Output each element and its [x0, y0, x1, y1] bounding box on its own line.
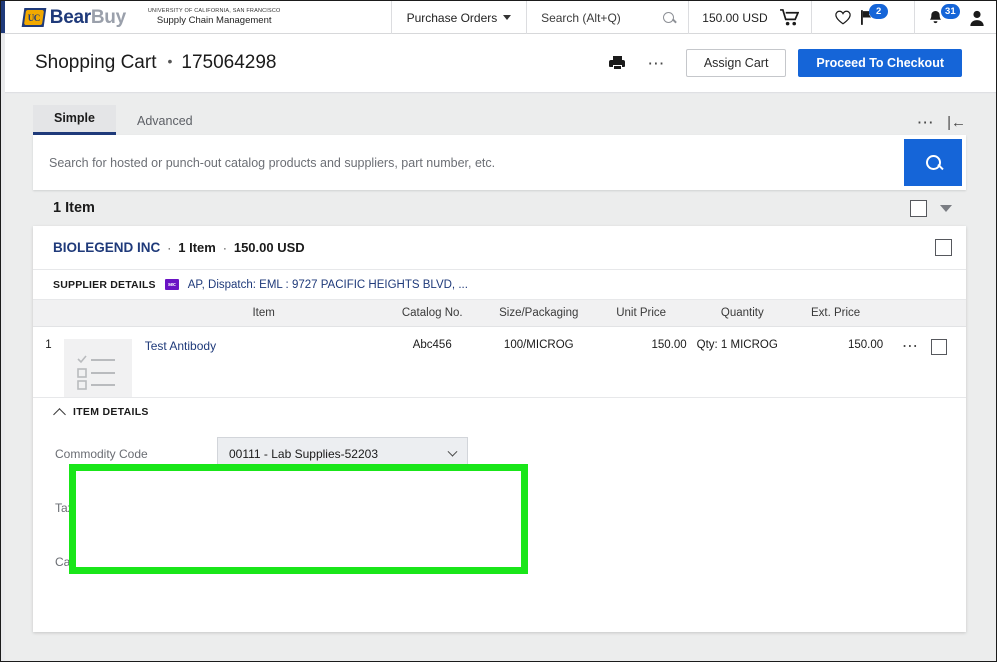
bell-badge: 31	[941, 4, 960, 19]
row-item-link[interactable]: Test Antibody	[145, 339, 216, 353]
page-header: Shopping Cart • 175064298 ⋯ Assign Cart …	[5, 34, 997, 93]
nav-bell-group[interactable]: 31	[927, 10, 963, 26]
cart-items-table: Item Catalog No. Size/Packaging Unit Pri…	[33, 300, 966, 397]
cart-number: 175064298	[181, 52, 276, 74]
supplier-name[interactable]: BIOLEGEND INC	[53, 240, 160, 255]
top-navigation-bar: UC BearBuy UNIVERSITY OF CALIFORNIA, SAN…	[1, 1, 997, 34]
cart-summary-actions	[910, 200, 952, 217]
nav-favorites-and-flags[interactable]: 2	[812, 1, 914, 34]
brand-wordmark-second: Buy	[91, 7, 126, 28]
tab-simple[interactable]: Simple	[33, 105, 116, 135]
row-ext-price: 150.00	[788, 326, 883, 397]
tabs-more-button[interactable]: ⋯	[917, 114, 936, 131]
nav-flag-group[interactable]: 2	[861, 10, 891, 25]
supplier-details-row: SUPPLIER DETAILS sec AP, Dispatch: EML :…	[33, 270, 966, 300]
proceed-to-checkout-button[interactable]: Proceed To Checkout	[798, 49, 962, 77]
cart-item-count: 1 Item	[53, 200, 95, 216]
commodity-code-value: 00111 - Lab Supplies-52203	[229, 447, 378, 461]
commodity-code-label: Commodity Code	[55, 447, 217, 461]
row-item-cell: Test Antibody	[145, 326, 383, 397]
supplier-amount: 150.00 USD	[234, 240, 305, 255]
cart-icon	[780, 9, 799, 26]
flag-badge: 2	[869, 4, 888, 19]
row-size-packaging: 100/MICROG	[482, 326, 596, 397]
heart-icon[interactable]	[835, 10, 851, 25]
supplier-sep-1: ·	[167, 241, 171, 255]
avatar[interactable]	[969, 10, 985, 26]
university-name: UNIVERSITY OF CALIFORNIA, SAN FRANCISCO	[148, 8, 281, 15]
chevron-down-icon	[503, 15, 511, 20]
title-separator: •	[167, 53, 172, 69]
bulk-actions-dropdown-icon[interactable]	[940, 205, 952, 212]
item-details-header[interactable]: ITEM DETAILS	[33, 397, 966, 427]
row-unit-price: 150.00	[596, 326, 687, 397]
search-icon	[926, 155, 941, 170]
supplier-header: BIOLEGEND INC · 1 Item · 150.00 USD	[33, 226, 966, 270]
th-unit-price: Unit Price	[596, 300, 687, 326]
nav-notifications-and-profile[interactable]: 31	[915, 1, 997, 34]
uc-seal-label: UC	[23, 8, 45, 27]
header-actions: ⋯ Assign Cart Proceed To Checkout	[609, 49, 962, 77]
nav-cart[interactable]: 150.00 USD	[689, 1, 812, 34]
global-search-label: Search (Alt+Q)	[541, 11, 621, 25]
nav-purchase-orders-label: Purchase Orders	[407, 11, 498, 25]
th-image	[64, 300, 145, 326]
brand-logo-zone[interactable]: UC BearBuy UNIVERSITY OF CALIFORNIA, SAN…	[5, 1, 392, 34]
tabs-right-actions: ⋯ |←	[917, 114, 966, 135]
th-number	[33, 300, 64, 326]
chevron-up-icon[interactable]	[53, 408, 66, 421]
catalog-search-button[interactable]	[904, 139, 962, 186]
row-catalog-no: Abc456	[383, 326, 482, 397]
cart-summary-bar: 1 Item	[33, 190, 966, 226]
page-content: Simple Advanced ⋯ |← 1 Item BIOL	[5, 94, 997, 662]
catalog-search-input[interactable]	[43, 156, 904, 170]
cart-items-table-body: 1	[33, 326, 966, 397]
brand-wordmark: BearBuy	[50, 7, 126, 29]
assign-cart-button[interactable]: Assign Cart	[686, 49, 787, 77]
app-window: UC BearBuy UNIVERSITY OF CALIFORNIA, SAN…	[0, 0, 997, 662]
product-placeholder-icon	[64, 339, 132, 397]
cart-items-table-head: Item Catalog No. Size/Packaging Unit Pri…	[33, 300, 966, 326]
row-quantity: Qty: 1 MICROG	[687, 326, 788, 397]
row-line-number: 1	[33, 326, 64, 397]
global-search-trigger[interactable]: Search (Alt+Q)	[527, 1, 689, 34]
row-more-button[interactable]: ⋯	[902, 339, 920, 355]
catalog-search-panel	[33, 135, 966, 190]
brand-wordmark-first: Bear	[50, 7, 91, 28]
supplier-select-checkbox[interactable]	[935, 239, 952, 256]
search-tabs: Simple Advanced ⋯ |←	[33, 106, 966, 135]
tab-advanced[interactable]: Advanced	[116, 108, 214, 135]
supplier-sep-2: ·	[223, 241, 227, 255]
row-select-checkbox[interactable]	[931, 339, 947, 355]
supplier-address[interactable]: AP, Dispatch: EML : 9727 PACIFIC HEIGHTS…	[188, 279, 468, 291]
select-all-checkbox[interactable]	[910, 200, 927, 217]
th-size-packaging: Size/Packaging	[482, 300, 596, 326]
search-icon	[663, 12, 674, 23]
cart-total-label: 150.00 USD	[702, 11, 767, 25]
table-header-row: Item Catalog No. Size/Packaging Unit Pri…	[33, 300, 966, 326]
row-actions-cell: ⋯	[883, 326, 966, 397]
th-item: Item	[145, 300, 383, 326]
supplier-item-count: 1 Item	[178, 240, 216, 255]
row-thumbnail-cell	[64, 326, 145, 397]
page-title: Shopping Cart	[35, 52, 156, 74]
supplier-details-label: SUPPLIER DETAILS	[53, 279, 156, 291]
th-ext-price: Ext. Price	[788, 300, 883, 326]
chevron-down-icon	[448, 446, 458, 456]
th-quantity: Quantity	[687, 300, 788, 326]
th-actions	[883, 300, 966, 326]
collapse-panel-icon[interactable]: |←	[947, 115, 966, 130]
department-name: Supply Chain Management	[148, 15, 281, 27]
secure-badge-icon: sec	[165, 279, 179, 290]
header-more-button[interactable]: ⋯	[647, 55, 666, 72]
th-catalog-no: Catalog No.	[383, 300, 482, 326]
uc-seal-icon: UC	[23, 8, 45, 27]
nav-purchase-orders[interactable]: Purchase Orders	[392, 1, 527, 34]
department-title: UNIVERSITY OF CALIFORNIA, SAN FRANCISCO …	[148, 8, 281, 27]
highlight-annotation-box	[69, 464, 528, 574]
item-details-title: ITEM DETAILS	[73, 406, 149, 418]
table-row: 1	[33, 326, 966, 397]
print-icon[interactable]	[609, 56, 625, 70]
